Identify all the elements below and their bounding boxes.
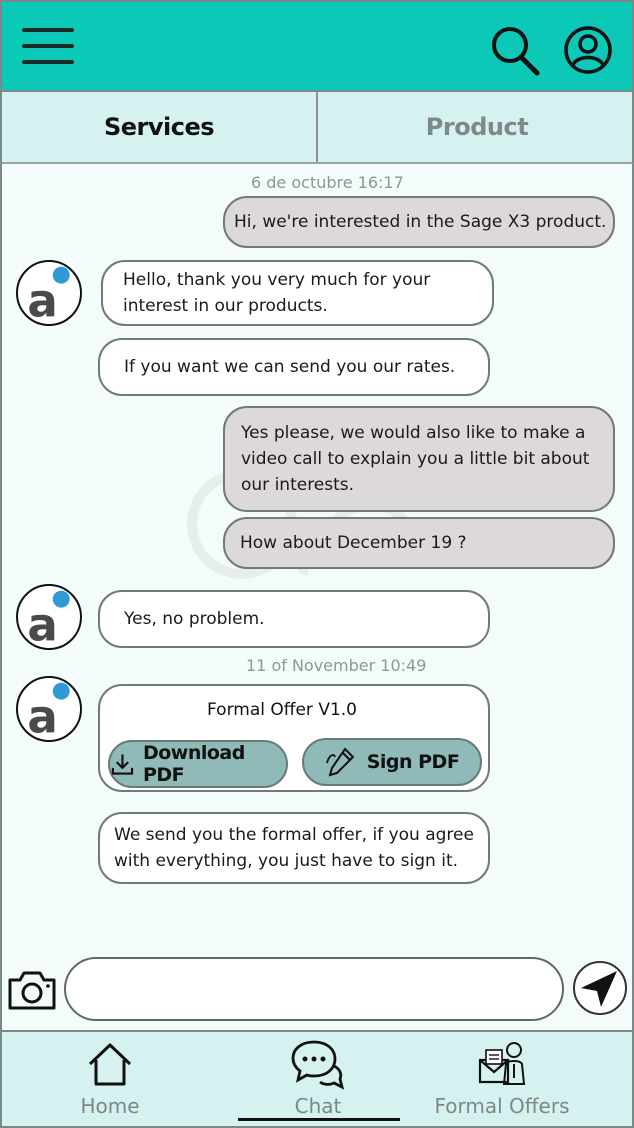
message-bubble-incoming: We send you the formal offer, if you agr…: [98, 812, 490, 884]
home-icon: [88, 1043, 132, 1086]
message-bubble-outgoing: Hi, we're interested in the Sage X3 prod…: [223, 196, 615, 248]
agent-avatar: a: [16, 676, 82, 742]
brand-logo-icon: a: [27, 590, 70, 648]
tab-product[interactable]: Product: [320, 92, 634, 162]
nav-home[interactable]: Home: [50, 1032, 170, 1128]
camera-icon[interactable]: [6, 970, 58, 1012]
agent-avatar: a: [16, 584, 82, 650]
bottom-navigation: Home Chat Formal Offers: [0, 1030, 634, 1128]
top-app-bar: [0, 0, 634, 92]
formal-offer-card: Formal Offer V1.0 Download PDF Sign PDF: [98, 684, 490, 792]
download-pdf-label: Download PDF: [142, 742, 245, 786]
message-bubble-incoming: If you want we can send you our rates.: [98, 338, 490, 396]
active-tab-indicator: [238, 1118, 400, 1121]
download-icon: [111, 754, 134, 775]
message-bubble-outgoing: How about December 19 ?: [223, 517, 615, 569]
agent-avatar: a: [16, 260, 82, 326]
message-bubble-incoming: Hello, thank you very much for your inte…: [101, 260, 494, 326]
message-bubble-incoming: Yes, no problem.: [98, 590, 490, 648]
download-pdf-button[interactable]: Download PDF: [108, 740, 288, 788]
nav-home-label: Home: [80, 1094, 140, 1118]
pen-sign-icon: [325, 747, 355, 777]
send-arrow-icon: [581, 971, 617, 1007]
svg-text:a: a: [27, 598, 57, 648]
search-icon[interactable]: [488, 24, 540, 76]
offer-title: Formal Offer V1.0: [207, 700, 357, 720]
nav-formal-offers-label: Formal Offers: [434, 1094, 570, 1118]
tab-services[interactable]: Services: [2, 92, 318, 162]
send-button[interactable]: [573, 961, 627, 1015]
brand-logo-icon: a: [27, 682, 70, 740]
user-circle-icon[interactable]: [562, 24, 614, 76]
message-bubble-outgoing: Yes please, we would also like to make a…: [223, 406, 615, 512]
nav-formal-offers[interactable]: Formal Offers: [422, 1032, 582, 1128]
chat-timestamp: 6 de octubre 16:17: [251, 173, 404, 192]
chat-timestamp: 11 of November 10:49: [246, 656, 427, 675]
hamburger-menu-icon[interactable]: [22, 28, 74, 68]
svg-text:a: a: [27, 690, 57, 740]
nav-chat[interactable]: Chat: [258, 1032, 378, 1128]
chat-bubbles-icon: [291, 1040, 344, 1090]
tab-bar: Services Product: [0, 92, 634, 164]
brand-logo-icon: a: [27, 266, 70, 324]
formal-offers-icon: [478, 1042, 526, 1085]
nav-chat-label: Chat: [294, 1094, 342, 1118]
chat-thread[interactable]: 6 de octubre 16:17 Hi, we're interested …: [0, 164, 634, 1030]
sign-pdf-button[interactable]: Sign PDF: [302, 738, 482, 786]
sign-pdf-label: Sign PDF: [366, 751, 460, 773]
svg-text:a: a: [27, 274, 57, 324]
message-input[interactable]: [64, 957, 564, 1021]
